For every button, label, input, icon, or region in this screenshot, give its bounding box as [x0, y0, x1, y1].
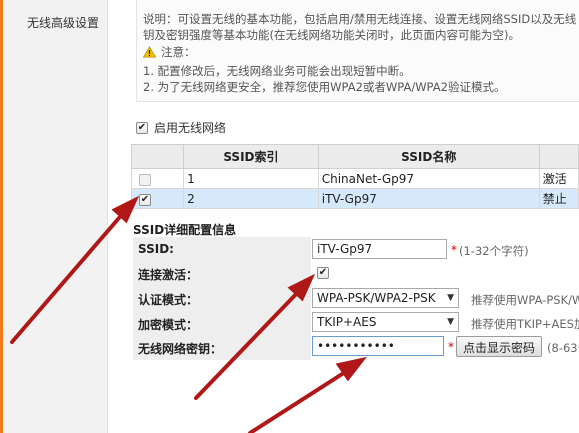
ssid-label: SSID: [138, 242, 174, 256]
tips-list: 1. 配置修改后，无线网络业务可能会出现短暂中断。 2. 为了无线网络更安全，推… [143, 63, 579, 95]
auth-mode-select[interactable]: WPA-PSK/WPA2-PSK ▼ [312, 288, 459, 308]
annotation-arrow [248, 367, 352, 433]
row-index: 2 [183, 188, 319, 209]
auth-mode-hint: 推荐使用WPA-PSK/W [471, 293, 579, 307]
enable-wifi-label: 启用无线网络 [154, 121, 227, 135]
row-select-cell[interactable]: ✔ [130, 168, 185, 189]
required-star: * [451, 243, 457, 257]
note-label: 注意： [161, 45, 196, 59]
table-header-row: SSID索引 SSID名称 [130, 144, 579, 169]
ssid-table: SSID索引 SSID名称 ✔ 1 ChinaNet-Gp97 激活 ✔ 2 i… [130, 144, 579, 209]
enable-wifi-checkbox[interactable]: ✔ [136, 121, 148, 134]
sidebar-accent-bar [0, 0, 3, 433]
sidebar: 无线高级设置 [0, 0, 108, 433]
required-star: * [448, 340, 454, 354]
row-select-checkbox[interactable]: ✔ [139, 194, 151, 206]
encrypt-mode-value: TKIP+AES [317, 315, 377, 329]
table-header-ssid-index: SSID索引 [183, 144, 319, 169]
annotation-arrowhead [335, 356, 367, 382]
enable-connection-checkbox[interactable]: ✔ [317, 267, 329, 279]
description-text: 说明：可设置无线的基本功能，包括启用/禁用无线连接、设置无线网络SSID以及无线… [143, 12, 577, 42]
wifi-key-hint: (8-63个 [547, 341, 579, 355]
row-name: iTV-Gp97 [317, 188, 540, 209]
table-row[interactable]: ✔ 1 ChinaNet-Gp97 激活 [130, 168, 579, 189]
encrypt-mode-label: 加密模式： [138, 318, 199, 332]
encrypt-mode-hint: 推荐使用TKIP+AES加 [471, 317, 579, 331]
table-header-ssid-name: SSID名称 [317, 144, 540, 169]
detail-title: SSID详细配置信息 [133, 223, 237, 237]
wifi-key-label: 无线网络密钥： [138, 342, 223, 356]
row-status: 激活 [538, 168, 579, 189]
auth-mode-label: 认证模式： [138, 293, 199, 307]
encrypt-mode-select[interactable]: TKIP+AES ▼ [312, 312, 459, 332]
row-name: ChinaNet-Gp97 [317, 168, 540, 189]
tip-item: 1. 配置修改后，无线网络业务可能会出现短暂中断。 [143, 64, 411, 78]
ssid-hint: (1-32个字符) [459, 244, 529, 258]
enable-connection-label: 连接激活： [138, 268, 199, 282]
sidebar-item-advanced-wifi[interactable]: 无线高级设置 [27, 14, 99, 31]
enable-wifi-row[interactable]: ✔ 启用无线网络 [136, 119, 226, 136]
warning-icon [143, 46, 156, 58]
chevron-down-icon: ▼ [447, 317, 454, 327]
tip-item: 2. 为了无线网络更安全，推荐您使用WPA2或者WPA/WPA2验证模式。 [143, 80, 506, 94]
row-select-cell[interactable]: ✔ [130, 188, 185, 209]
row-select-checkbox[interactable]: ✔ [139, 174, 151, 186]
auth-mode-value: WPA-PSK/WPA2-PSK [317, 291, 436, 305]
table-header [538, 144, 579, 169]
row-index: 1 [183, 168, 319, 189]
note-row: 注意： [143, 44, 579, 60]
chevron-down-icon: ▼ [447, 293, 454, 303]
show-password-button[interactable]: 点击显示密码 [456, 336, 543, 357]
wifi-key-value: ••••••••••• [317, 339, 395, 353]
description-box: 说明：可设置无线的基本功能，包括启用/禁用无线连接、设置无线网络SSID以及无线… [136, 0, 579, 102]
wifi-key-input[interactable]: ••••••••••• [312, 336, 444, 356]
table-header [130, 144, 185, 169]
ssid-input[interactable] [312, 239, 447, 259]
table-row-selected[interactable]: ✔ 2 iTV-Gp97 禁止 [130, 188, 579, 209]
row-status: 禁止 [538, 188, 579, 209]
